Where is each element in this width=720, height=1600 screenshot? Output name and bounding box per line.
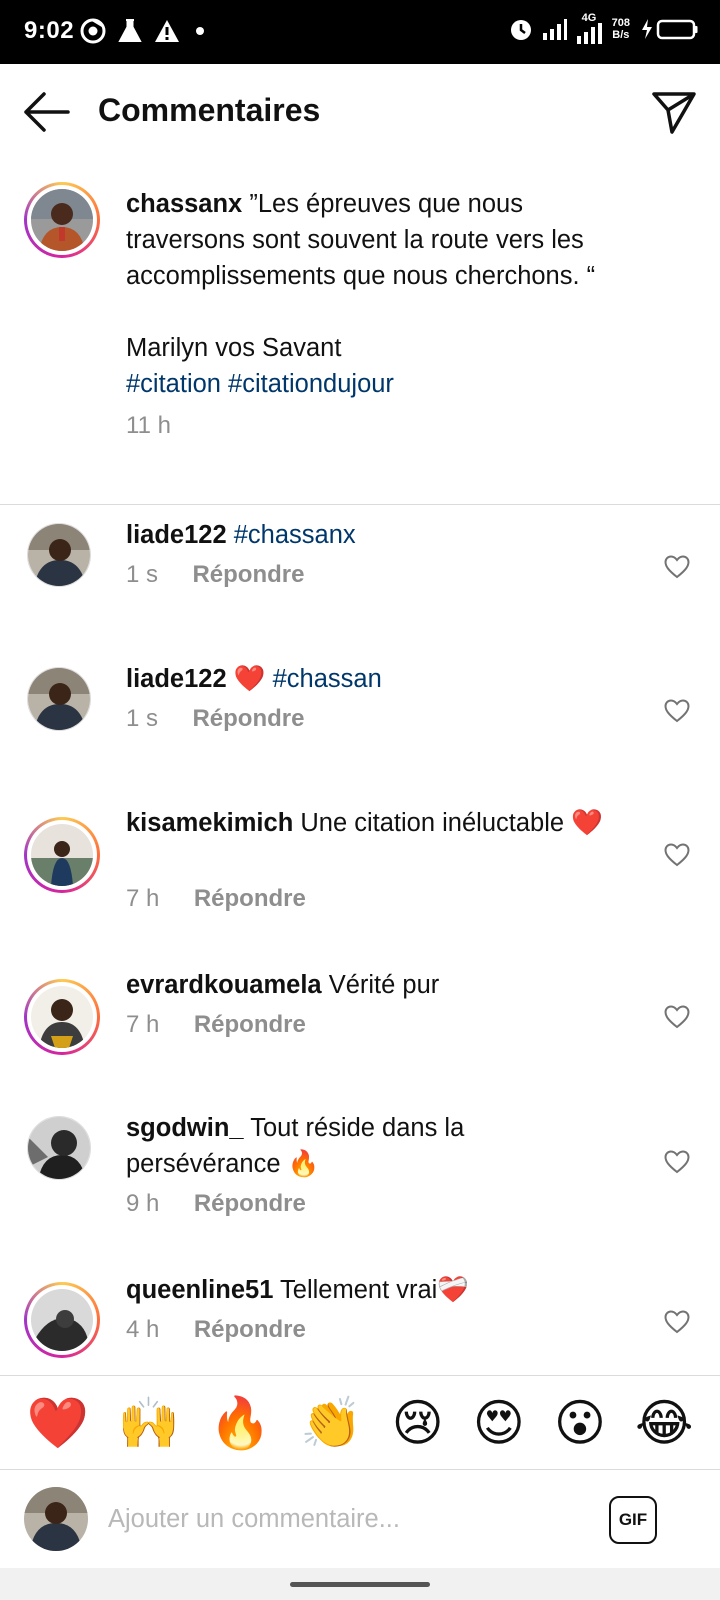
- comment-time: 7 h: [126, 885, 160, 912]
- heart-outline-icon: [664, 843, 690, 867]
- comment-username[interactable]: liade122: [126, 521, 227, 549]
- notification-dot: [196, 27, 204, 35]
- comment-time: 1 s: [126, 705, 159, 732]
- comment-text: evrardkouamela Vérité pur: [126, 971, 440, 999]
- like-button[interactable]: [664, 699, 690, 723]
- caption-username[interactable]: chassanx: [126, 190, 242, 218]
- comment-text: liade122 #chassanx: [126, 517, 616, 553]
- avatar[interactable]: [27, 523, 91, 587]
- emoji-heart-eyes[interactable]: 😍: [473, 1395, 525, 1451]
- like-button[interactable]: [664, 1005, 690, 1029]
- emoji-laughing[interactable]: 😂: [635, 1395, 693, 1451]
- page-title: Commentaires: [98, 92, 321, 128]
- reply-button[interactable]: Répondre: [192, 705, 304, 732]
- avatar-story-ring[interactable]: [24, 817, 100, 893]
- heart-outline-icon: [664, 699, 690, 723]
- like-button[interactable]: [664, 1310, 690, 1334]
- comment-composer: GIF: [0, 1470, 720, 1568]
- comment-text: queenline51 Tellement vrai❤️‍🩹: [126, 1276, 470, 1304]
- comment-username[interactable]: sgodwin_: [126, 1114, 244, 1142]
- emoji-fire[interactable]: 🔥: [209, 1395, 271, 1451]
- caption-author: Marilyn vos Savant: [126, 334, 342, 362]
- comment-username[interactable]: queenline51: [126, 1276, 273, 1304]
- back-button[interactable]: [22, 88, 72, 136]
- avatar: [31, 189, 93, 251]
- comment-tag[interactable]: #chassan: [273, 665, 382, 693]
- flask-icon: [118, 19, 142, 42]
- comment-meta: 1 s Répondre: [126, 561, 304, 589]
- avatar-story-ring[interactable]: [24, 979, 100, 1055]
- like-button[interactable]: [664, 1150, 690, 1174]
- send-icon: [652, 92, 696, 134]
- avatar[interactable]: [27, 1116, 91, 1180]
- arrow-left-icon: [24, 92, 70, 132]
- heart-outline-icon: [664, 1150, 690, 1174]
- comment-text: sgodwin_ Tout réside dans la persévéranc…: [126, 1114, 465, 1178]
- comment-time: 4 h: [126, 1316, 160, 1343]
- emoji-heart[interactable]: ❤️: [27, 1395, 89, 1451]
- caption-body: chassanx ”Les épreuves que nous traverso…: [126, 186, 646, 444]
- avatar-story-ring[interactable]: [24, 1282, 100, 1358]
- home-gesture-handle[interactable]: [290, 1582, 430, 1587]
- comment-text: kisamekimich Une citation inéluctable ❤️: [126, 809, 603, 837]
- comment-username[interactable]: kisamekimich: [126, 809, 293, 837]
- emoji-crying[interactable]: 😢: [392, 1395, 444, 1451]
- status-bar: 9:02 4G 708 B/s: [0, 0, 720, 64]
- post-caption: chassanx ”Les épreuves que nous traverso…: [0, 170, 720, 505]
- network-speed: 708 B/s: [611, 17, 630, 41]
- comment-username[interactable]: liade122: [126, 665, 227, 693]
- signal-icon: [542, 19, 567, 40]
- avatar: [31, 1289, 93, 1351]
- heart-outline-icon: [664, 1310, 690, 1334]
- reply-button[interactable]: Répondre: [194, 885, 306, 912]
- signal-4g-icon: 4G: [576, 12, 604, 44]
- comment-meta: 4 h Répondre: [126, 1316, 306, 1344]
- caption-hashtags[interactable]: #citation #citationdujour: [126, 366, 646, 402]
- comment-username[interactable]: evrardkouamela: [126, 971, 322, 999]
- like-button[interactable]: [664, 843, 690, 867]
- comment-meta: 7 h Répondre: [126, 1011, 306, 1039]
- comment-meta: 9 h Répondre: [126, 1190, 306, 1218]
- comment-time: 1 s: [126, 561, 159, 588]
- comment-meta: 1 s Répondre: [126, 705, 304, 733]
- heart-outline-icon: [664, 1005, 690, 1029]
- comment-time: 9 h: [126, 1190, 160, 1217]
- emoji-clapping[interactable]: 👏: [300, 1395, 362, 1451]
- emoji-raising-hands[interactable]: 🙌: [118, 1395, 180, 1451]
- avatar-story-ring[interactable]: [24, 182, 100, 258]
- like-button[interactable]: [664, 555, 690, 579]
- share-button[interactable]: [650, 88, 698, 136]
- status-time: 9:02: [24, 17, 75, 44]
- status-left-icons: [80, 18, 204, 44]
- warning-icon: [155, 20, 179, 42]
- reply-button[interactable]: Répondre: [194, 1316, 306, 1343]
- reply-button[interactable]: Répondre: [192, 561, 304, 588]
- alarm-icon: [510, 20, 531, 40]
- my-avatar: [24, 1487, 88, 1551]
- caption-time: 11 h: [126, 412, 171, 439]
- avatar: [31, 986, 93, 1048]
- avatar: [31, 824, 93, 886]
- system-nav-bar: [0, 1568, 720, 1600]
- comment-text: liade122 ❤️ #chassan: [126, 665, 382, 693]
- status-right-icons: 4G 708 B/s: [508, 12, 698, 44]
- emoji-surprised[interactable]: 😮: [554, 1395, 606, 1451]
- reply-button[interactable]: Répondre: [194, 1190, 306, 1217]
- battery-charging-icon: [642, 19, 698, 40]
- heart-outline-icon: [664, 555, 690, 579]
- comment-meta: 7 h Répondre: [126, 885, 306, 913]
- header: Commentaires: [0, 64, 720, 160]
- comment-input[interactable]: [108, 1496, 578, 1542]
- emoji-reaction-bar: ❤️ 🙌 🔥 👏 😢 😍 😮 😂: [0, 1375, 720, 1470]
- gif-button[interactable]: GIF: [609, 1496, 657, 1544]
- chrome-icon: [80, 18, 106, 44]
- avatar[interactable]: [27, 667, 91, 731]
- reply-button[interactable]: Répondre: [194, 1011, 306, 1038]
- comment-time: 7 h: [126, 1011, 160, 1038]
- comment-tag[interactable]: #chassanx: [234, 521, 356, 549]
